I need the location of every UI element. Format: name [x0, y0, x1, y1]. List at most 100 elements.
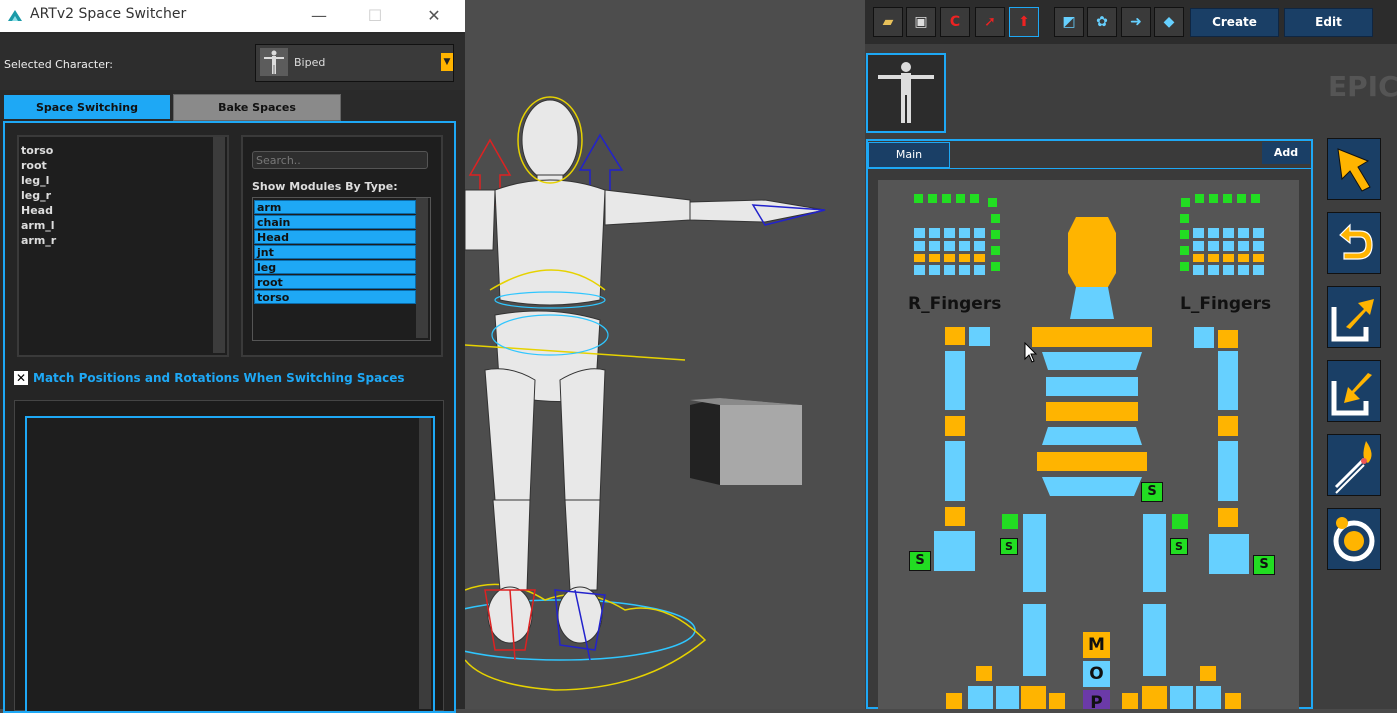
finger-control[interactable] [1238, 241, 1249, 251]
finger-control[interactable] [1253, 265, 1264, 275]
finger-control[interactable] [929, 254, 940, 262]
finger-control[interactable] [1180, 214, 1189, 223]
leg-control[interactable] [1002, 514, 1018, 529]
finger-control[interactable] [944, 241, 955, 251]
finger-control[interactable] [1253, 228, 1264, 238]
list-item[interactable]: leg [254, 260, 416, 274]
clavicle-control[interactable] [1194, 327, 1214, 348]
space-switch-button[interactable]: S [1141, 482, 1163, 502]
list-item[interactable]: root [19, 158, 56, 173]
picker-canvas[interactable]: R_Fingers L_Fingers S S S S S M O P [878, 180, 1299, 709]
edit-button[interactable]: Edit [1284, 8, 1373, 37]
finger-control[interactable] [1193, 254, 1204, 262]
finger-control[interactable] [1253, 241, 1264, 251]
finger-control[interactable] [991, 246, 1000, 255]
finger-control[interactable] [1209, 194, 1218, 203]
list-item[interactable]: arm_l [19, 218, 56, 233]
finger-control[interactable] [1208, 228, 1219, 238]
finger-control[interactable] [928, 194, 937, 203]
maya-viewport[interactable] [424, 0, 865, 709]
toe-control[interactable] [1021, 686, 1046, 709]
finger-control[interactable] [929, 241, 940, 251]
list-item[interactable]: arm_r [19, 233, 56, 248]
finger-control[interactable] [1238, 265, 1249, 275]
space-list-scrollbar[interactable] [213, 137, 225, 353]
add-tab-button[interactable]: Add Tab [1262, 142, 1310, 181]
toe-control[interactable] [1170, 686, 1193, 709]
undo-button[interactable] [1327, 212, 1381, 274]
controls-scrollbar[interactable] [419, 418, 431, 709]
tab-space-switching[interactable]: Space Switching [4, 95, 170, 119]
finger-control[interactable] [1180, 262, 1189, 271]
elbow-control[interactable] [945, 416, 965, 436]
toe-control[interactable] [968, 686, 993, 709]
select-tool-button[interactable] [1327, 138, 1381, 200]
finger-control[interactable] [991, 214, 1000, 223]
shoulder-control[interactable] [945, 327, 965, 345]
calf-control[interactable] [1023, 604, 1046, 676]
toe-control[interactable] [1142, 686, 1167, 709]
tab-main[interactable]: Main [868, 142, 950, 168]
toe-control[interactable] [1225, 693, 1241, 709]
foot-control[interactable] [976, 666, 992, 681]
finger-control[interactable] [988, 198, 997, 207]
finger-control[interactable] [914, 194, 923, 203]
character-tab-thumbnail[interactable] [866, 53, 946, 133]
lower-arm-control[interactable] [1218, 441, 1238, 501]
save-icon[interactable]: ▣ [906, 7, 936, 37]
hand-control[interactable] [1209, 534, 1249, 574]
finger-control[interactable] [959, 241, 970, 251]
finger-control[interactable] [1181, 198, 1190, 207]
chest-control[interactable] [1032, 327, 1152, 347]
space-list[interactable]: torso root leg_l leg_r Head arm_l arm_r [17, 135, 229, 357]
finger-control[interactable] [1223, 265, 1234, 275]
finger-control[interactable] [959, 254, 970, 262]
character-dropdown[interactable]: Biped ▼ [255, 44, 454, 82]
close-button[interactable]: ✕ [411, 0, 457, 32]
search-input[interactable]: Search.. [252, 151, 428, 169]
finger-control[interactable] [1208, 254, 1219, 262]
finger-control[interactable] [1208, 241, 1219, 251]
module-list-scrollbar[interactable] [416, 198, 428, 338]
lower-arm-control[interactable] [945, 441, 965, 501]
head-control[interactable] [1068, 217, 1116, 287]
neck-control[interactable] [1070, 287, 1114, 319]
finger-control[interactable] [1223, 228, 1234, 238]
reset-button[interactable] [1327, 508, 1381, 570]
offset-control[interactable]: O [1083, 661, 1110, 687]
finger-control[interactable] [1223, 241, 1234, 251]
list-item[interactable]: chain [254, 215, 416, 229]
toe-control[interactable] [1049, 693, 1065, 709]
create-button[interactable]: Create [1190, 8, 1279, 37]
space-switch-button[interactable]: S [909, 551, 931, 571]
image-icon[interactable]: ◩ [1054, 7, 1084, 37]
finger-control[interactable] [1223, 254, 1234, 262]
finger-control[interactable] [914, 265, 925, 275]
list-item[interactable]: torso [19, 143, 56, 158]
match-checkbox[interactable]: ✕ [14, 371, 28, 385]
finger-control[interactable] [956, 194, 965, 203]
toe-control[interactable] [996, 686, 1019, 709]
upper-arm-control[interactable] [945, 351, 965, 410]
finger-control[interactable] [914, 228, 925, 238]
finger-control[interactable] [974, 254, 985, 262]
shoulder-control[interactable] [1218, 330, 1238, 348]
calf-control[interactable] [1143, 604, 1166, 676]
space-controls-list[interactable] [25, 416, 435, 713]
foot-control[interactable] [1200, 666, 1216, 681]
minimize-button[interactable]: — [296, 0, 342, 32]
hand-control[interactable] [934, 531, 975, 571]
finger-control[interactable] [1208, 265, 1219, 275]
clavicle-control[interactable] [969, 327, 990, 346]
finger-control[interactable] [1237, 194, 1246, 203]
match-checkbox-label[interactable]: Match Positions and Rotations When Switc… [33, 371, 405, 385]
finger-control[interactable] [1195, 194, 1204, 203]
leg-control[interactable] [1172, 514, 1188, 529]
tab-bake-spaces[interactable]: Bake Spaces [173, 94, 341, 121]
space-switch-button[interactable]: S [1253, 555, 1275, 575]
list-item[interactable]: jnt [254, 245, 416, 259]
list-item[interactable]: leg_l [19, 173, 56, 188]
finger-control[interactable] [974, 228, 985, 238]
eraser-icon[interactable]: ◆ [1154, 7, 1184, 37]
space-switch-button[interactable]: S [1000, 538, 1018, 555]
